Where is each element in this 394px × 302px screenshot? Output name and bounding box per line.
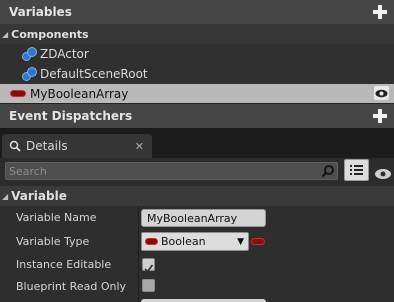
variable-item-mybooleanarray[interactable]: MyBooleanArray <box>0 84 394 103</box>
component-label: ZDActor <box>40 47 89 61</box>
blueprint-read-only-checkbox[interactable] <box>142 279 155 292</box>
variable-type-label: Variable Type <box>16 235 90 248</box>
tab-details[interactable]: Details ✕ <box>2 134 152 158</box>
container-type-array-icon[interactable] <box>251 238 265 245</box>
add-variable-plus-icon[interactable] <box>373 5 387 19</box>
tab-label: Details <box>26 139 68 153</box>
visibility-eye-icon[interactable] <box>374 86 389 100</box>
column-divider[interactable] <box>138 206 139 302</box>
variable-label: MyBooleanArray <box>30 86 129 101</box>
blueprint-read-only-label: Blueprint Read Only <box>16 280 127 293</box>
component-item-zdactor[interactable]: ZDActor <box>0 44 394 64</box>
scene-component-icon <box>22 67 37 81</box>
components-header[interactable]: ◢ Components <box>0 24 394 44</box>
collapse-triangle-icon[interactable]: ◢ <box>2 192 8 201</box>
variable-name-value: MyBooleanArray <box>147 211 238 225</box>
component-label: DefaultSceneRoot <box>40 67 148 81</box>
components-title: Components <box>11 27 89 41</box>
instance-editable-label: Instance Editable <box>16 258 112 271</box>
boolean-array-pin-icon <box>10 90 26 97</box>
event-dispatchers-title: Event Dispatchers <box>9 109 133 123</box>
component-item-defaultsceneroot[interactable]: DefaultSceneRoot <box>0 64 394 84</box>
variable-type-value: Boolean <box>161 235 206 248</box>
search-icon[interactable] <box>321 164 335 181</box>
variable-section-title: Variable <box>11 189 67 203</box>
add-event-dispatcher-plus-icon[interactable] <box>373 109 387 123</box>
variable-name-label: Variable Name <box>16 211 97 224</box>
variable-name-field[interactable]: MyBooleanArray <box>141 209 266 227</box>
chevron-down-icon: ▼ <box>237 236 244 247</box>
variable-type-dropdown[interactable]: Boolean ▼ <box>141 232 249 251</box>
boolean-pin-icon <box>145 238 158 245</box>
variables-header[interactable]: Variables <box>0 0 394 24</box>
view-options-list-icon[interactable] <box>344 159 369 181</box>
variables-title: Variables <box>9 5 72 19</box>
collapse-triangle-icon[interactable]: ◢ <box>2 30 8 39</box>
event-dispatchers-header[interactable]: Event Dispatchers <box>0 104 394 128</box>
variable-section-header[interactable]: ◢ Variable <box>0 186 394 206</box>
search-placeholder: Search <box>9 164 47 178</box>
component-icon <box>22 47 37 61</box>
search-input[interactable]: Search <box>5 162 338 180</box>
visibility-filter-eye-icon[interactable] <box>374 165 392 179</box>
magnifier-icon <box>9 140 21 152</box>
close-tab-icon[interactable]: ✕ <box>135 140 144 153</box>
instance-editable-checkbox[interactable] <box>142 258 155 273</box>
